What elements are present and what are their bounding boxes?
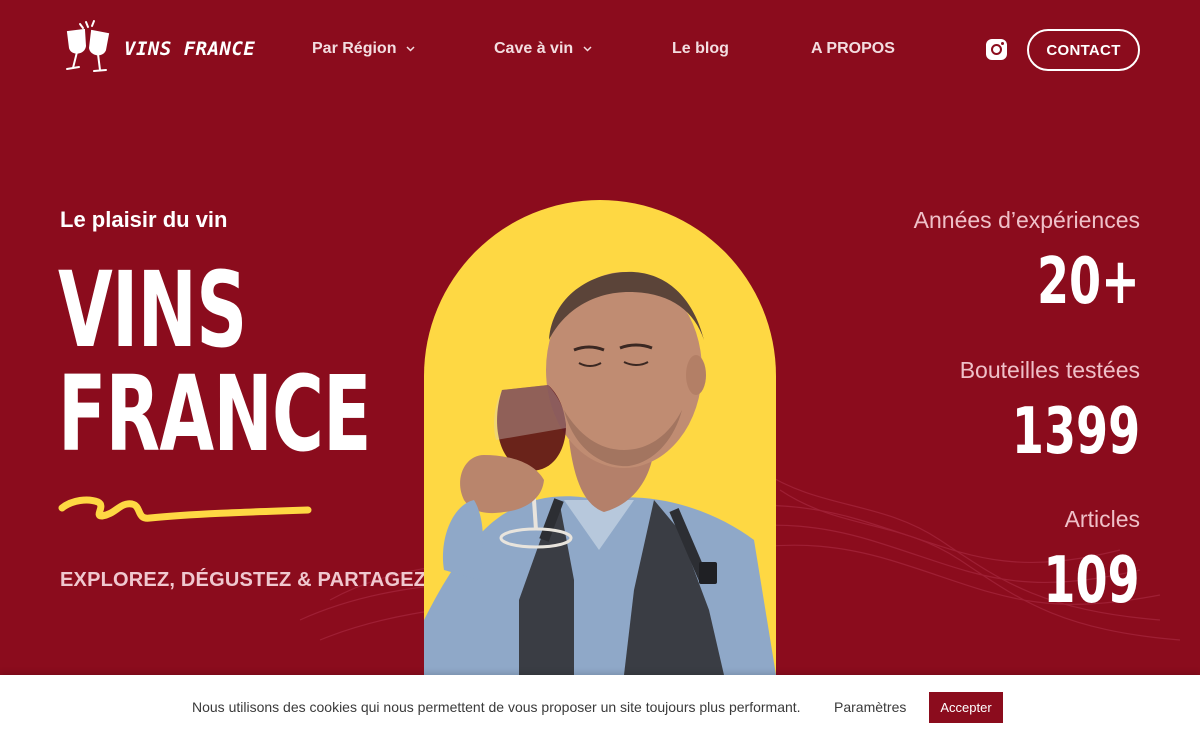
stat-label-articles: Articles (1064, 506, 1140, 532)
nav-item-par-region[interactable]: Par Région (312, 40, 415, 58)
hero-tagline: Le plaisir du vin (60, 207, 228, 232)
stat-value-articles: 109 (1043, 544, 1140, 618)
cookie-settings-link[interactable]: Paramètres (834, 699, 906, 715)
site-logo[interactable]: VINS FRANCE (58, 18, 255, 80)
logo-text: VINS FRANCE (124, 38, 256, 60)
nav-item-cave-a-vin[interactable]: Cave à vin (494, 40, 592, 58)
cookie-message: Nous utilisons des cookies qui nous perm… (192, 699, 801, 715)
hero-title-line-2: FRANCE (58, 353, 372, 475)
nav-item-le-blog[interactable]: Le blog (672, 40, 729, 58)
stat-label-experience: Années d’expériences (913, 207, 1140, 233)
man-tasting-wine-illustration (424, 271, 776, 675)
stat-value-bottles: 1399 (1011, 395, 1140, 469)
cookie-accept-button[interactable]: Accepter (929, 692, 1003, 723)
yellow-squiggle-decoration (58, 496, 312, 522)
wine-glasses-logo-icon (66, 20, 110, 72)
hero-portrait-arch (424, 200, 776, 675)
hero-title: VINS FRANCE (58, 249, 372, 475)
site-header: VINS FRANCE Par Région Cave à vin Le blo… (0, 0, 1200, 100)
hero-subtitle: EXPLOREZ, DÉGUSTEZ & PARTAGEZ (60, 569, 427, 591)
instagram-icon[interactable] (986, 39, 1007, 60)
chevron-down-icon (406, 46, 415, 52)
hero-title-line-1: VINS (58, 249, 247, 371)
page: VINS FRANCE Par Région Cave à vin Le blo… (0, 0, 1200, 740)
chevron-down-icon (583, 46, 592, 52)
nav-item-label: Par Région (312, 40, 397, 57)
cookie-banner: Nous utilisons des cookies qui nous perm… (0, 675, 1200, 740)
contact-button[interactable]: CONTACT (1027, 29, 1140, 71)
nav-item-label: Cave à vin (494, 40, 574, 57)
stat-value-experience: 20+ (1037, 245, 1140, 319)
nav-item-label: A PROPOS (811, 40, 895, 57)
nav-item-a-propos[interactable]: A PROPOS (811, 40, 895, 58)
stat-label-bottles: Bouteilles testées (959, 357, 1140, 383)
nav-item-label: Le blog (672, 40, 729, 57)
